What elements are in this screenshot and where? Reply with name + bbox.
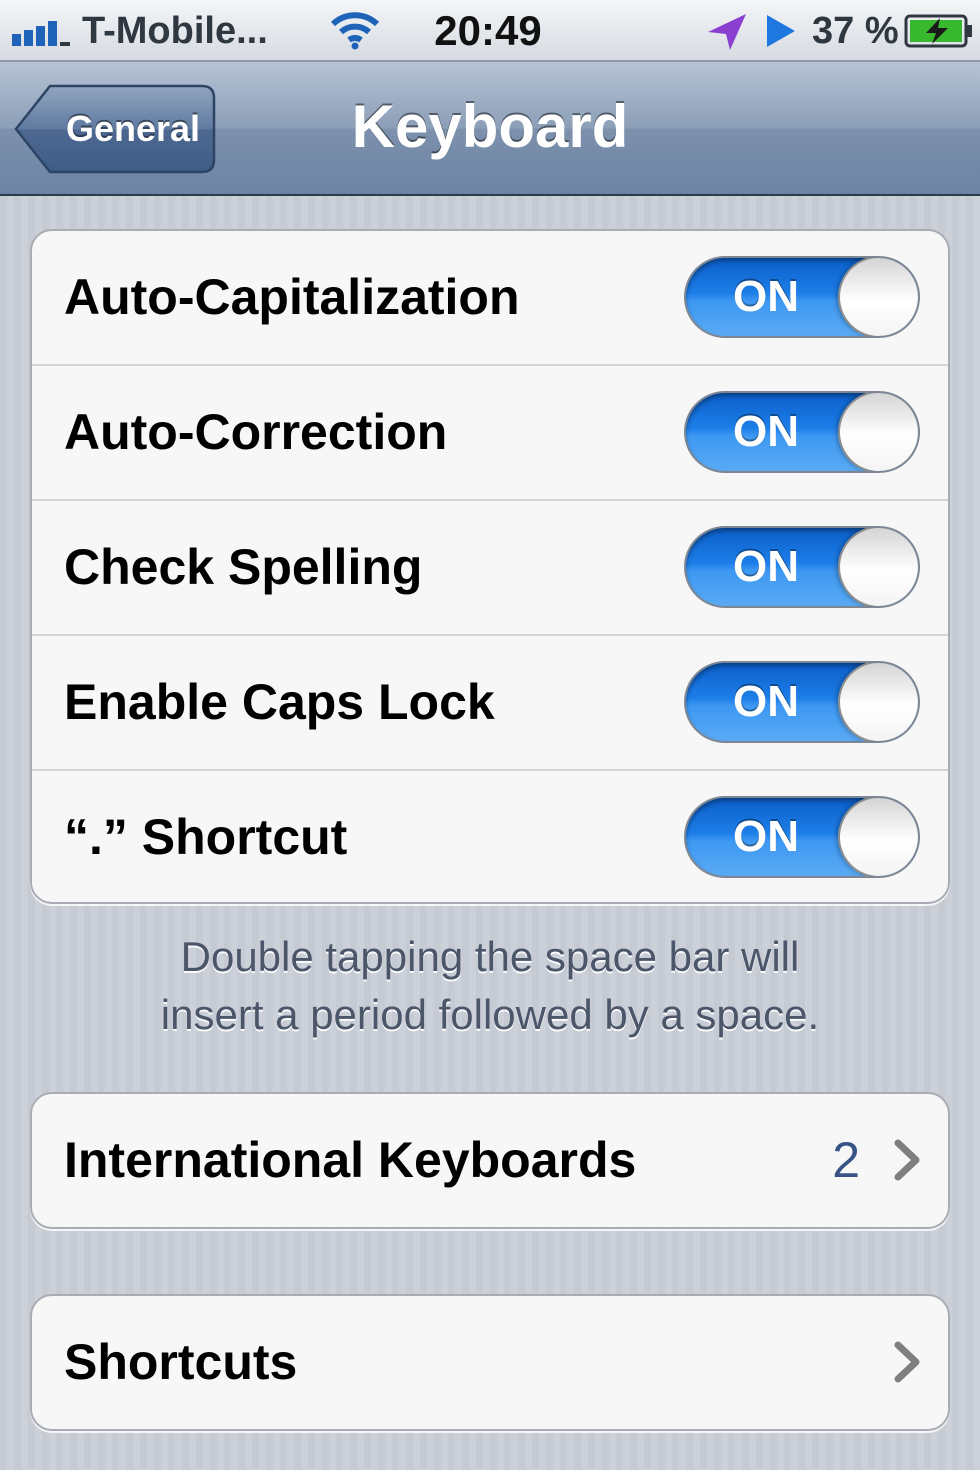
back-button-general[interactable]: General [14,84,216,174]
check-spelling-toggle[interactable]: ON [684,526,920,608]
footer-line-2: insert a period followed by a space. [160,991,820,1038]
international-keyboards-label: International Keyboards [64,1132,637,1188]
chevron-right-icon [894,1341,920,1383]
signal-icon [12,21,70,46]
toggle-state-text: ON [733,407,799,456]
toggle-state-text: ON [733,812,799,861]
page-title: Keyboard [351,93,629,160]
shortcuts-group: Shortcuts [30,1294,950,1431]
row-auto-capitalization: Auto-Capitalization ON [32,231,948,366]
toggle-knob [838,798,918,876]
auto-capitalization-label: Auto-Capitalization [64,269,520,325]
status-bar: T-Mobile... 20:49 37 % [0,0,980,62]
play-icon [767,15,795,47]
location-icon [708,14,746,50]
toggle-knob [838,528,918,606]
auto-correction-label: Auto-Correction [64,404,448,460]
footer-line-1: Double tapping the space bar will [180,933,800,980]
row-enable-caps-lock: Enable Caps Lock ON [32,636,948,771]
chevron-right-icon [894,1139,920,1181]
international-keyboards-count: 2 [832,1132,860,1188]
toggle-state-text: ON [733,677,799,726]
auto-capitalization-toggle[interactable]: ON [684,256,920,338]
row-international-keyboards[interactable]: International Keyboards 2 [32,1094,948,1227]
battery-percent: 37 % [812,10,899,52]
battery-charging-icon [904,14,972,48]
toggle-knob [838,393,918,471]
wifi-icon [330,12,380,50]
toggle-knob [838,663,918,741]
toggle-state-text: ON [733,542,799,591]
auto-correction-toggle[interactable]: ON [684,391,920,473]
period-shortcut-label: “.” Shortcut [64,809,348,865]
toggle-state-text: ON [733,272,799,321]
keyboard-toggles-group: Auto-Capitalization ON Auto-Correction O… [30,229,950,904]
enable-caps-lock-toggle[interactable]: ON [684,661,920,743]
international-keyboards-group: International Keyboards 2 [30,1092,950,1229]
carrier-name: T-Mobile... [82,10,268,52]
back-button-label: General [65,108,201,149]
row-auto-correction: Auto-Correction ON [32,366,948,501]
navigation-bar: General Keyboard [0,62,980,196]
check-spelling-label: Check Spelling [64,539,423,595]
clock: 20:49 [434,7,542,54]
shortcuts-label: Shortcuts [64,1334,298,1390]
enable-caps-lock-label: Enable Caps Lock [64,674,495,730]
row-period-shortcut: “.” Shortcut ON [32,771,948,902]
period-shortcut-footer: Double tapping the space bar will insert… [60,928,920,1044]
row-shortcuts[interactable]: Shortcuts [32,1296,948,1429]
toggle-knob [838,258,918,336]
row-check-spelling: Check Spelling ON [32,501,948,636]
period-shortcut-toggle[interactable]: ON [684,796,920,878]
